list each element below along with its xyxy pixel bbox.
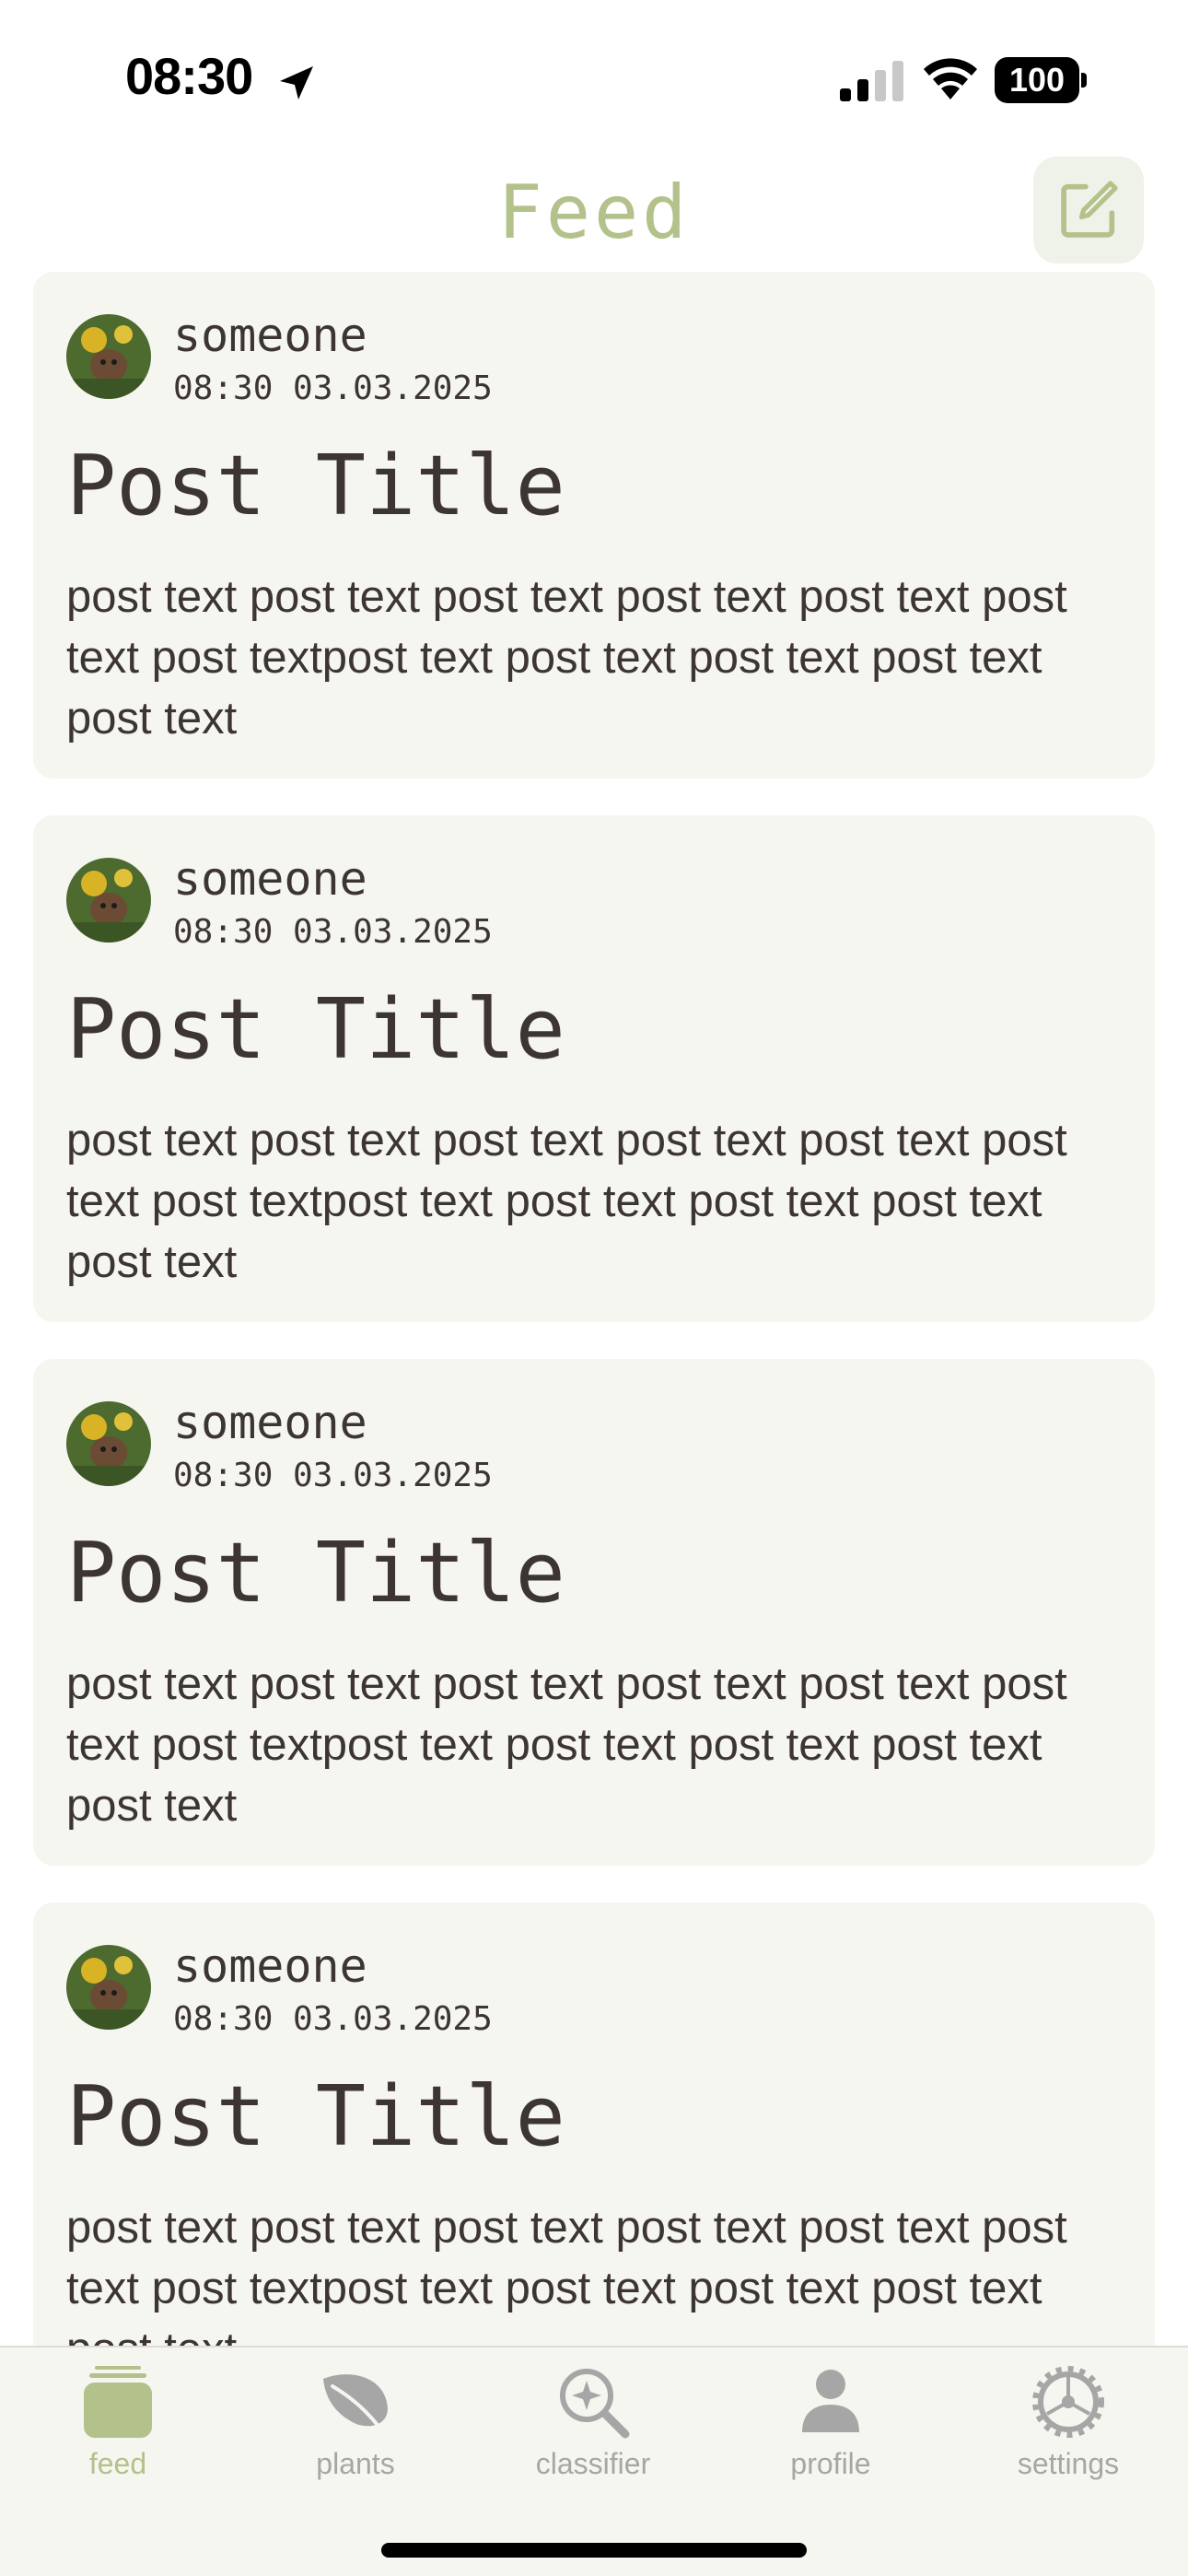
tab-label: feed xyxy=(88,2447,147,2480)
wifi-icon xyxy=(924,58,977,100)
post-title: Post Title xyxy=(66,438,565,534)
page-title: Feed xyxy=(497,170,691,255)
post-date: 08:30 03.03.2025 xyxy=(173,369,493,407)
avatar[interactable] xyxy=(66,314,151,399)
post-body: post text post text post text post text … xyxy=(66,1659,1067,1831)
leaf-icon xyxy=(323,2374,388,2438)
author-name[interactable]: someone xyxy=(173,1939,367,1993)
avatar[interactable] xyxy=(66,858,151,943)
post-body: post text post text post text post text … xyxy=(66,572,1067,744)
post-date: 08:30 03.03.2025 xyxy=(173,2000,493,2038)
avatar[interactable] xyxy=(66,1401,151,1486)
compose-post-button[interactable] xyxy=(1033,157,1144,263)
tab-label: settings xyxy=(1017,2447,1120,2480)
author-name[interactable]: someone xyxy=(173,852,367,906)
tab-plants[interactable]: plants xyxy=(263,2360,448,2489)
post-date: 08:30 03.03.2025 xyxy=(173,913,493,951)
header: Feed xyxy=(0,157,1188,267)
feed-screen: 08:30 100 Feed someone 08:30 03.03.2025 … xyxy=(0,0,1188,2576)
tab-feed[interactable]: feed xyxy=(26,2360,210,2489)
tab-settings[interactable]: settings xyxy=(976,2360,1160,2489)
tab-label: profile xyxy=(790,2447,871,2480)
post-card[interactable]: someone 08:30 03.03.2025 Post Title post… xyxy=(33,272,1155,779)
post-title: Post Title xyxy=(66,981,565,1078)
post-card[interactable]: someone 08:30 03.03.2025 Post Title post… xyxy=(33,815,1155,1322)
compose-icon xyxy=(1061,181,1118,238)
post-card[interactable]: someone 08:30 03.03.2025 Post Title post… xyxy=(33,1903,1155,2409)
tab-label: plants xyxy=(316,2447,395,2480)
tab-profile[interactable]: profile xyxy=(739,2360,923,2489)
feed-icon xyxy=(84,2366,152,2438)
post-date: 08:30 03.03.2025 xyxy=(173,1457,493,1494)
battery-nub xyxy=(1081,73,1087,88)
tab-label: classifier xyxy=(535,2447,651,2480)
author-name[interactable]: someone xyxy=(173,1396,367,1449)
status-time: 08:30 xyxy=(125,47,253,105)
status-bar: 08:30 100 xyxy=(0,0,1188,157)
gear-icon xyxy=(1032,2366,1104,2438)
sparkle-search-icon xyxy=(560,2369,630,2439)
battery-indicator: 100 xyxy=(995,57,1087,103)
home-indicator[interactable] xyxy=(381,2543,807,2558)
tab-classifier[interactable]: classifier xyxy=(501,2360,685,2489)
cellular-signal-icon xyxy=(840,61,903,101)
post-title: Post Title xyxy=(66,1525,565,1622)
battery-level: 100 xyxy=(995,57,1079,103)
location-arrow-icon xyxy=(280,66,313,100)
post-body: post text post text post text post text … xyxy=(66,1116,1067,1287)
post-card[interactable]: someone 08:30 03.03.2025 Post Title post… xyxy=(33,1359,1155,1866)
feed-list[interactable]: someone 08:30 03.03.2025 Post Title post… xyxy=(33,272,1155,2446)
author-name[interactable]: someone xyxy=(173,309,367,362)
avatar[interactable] xyxy=(66,1945,151,2030)
tab-bar: feed plants classifier profile settings xyxy=(0,2346,1188,2576)
post-title: Post Title xyxy=(66,2068,565,2165)
person-icon xyxy=(802,2370,859,2432)
